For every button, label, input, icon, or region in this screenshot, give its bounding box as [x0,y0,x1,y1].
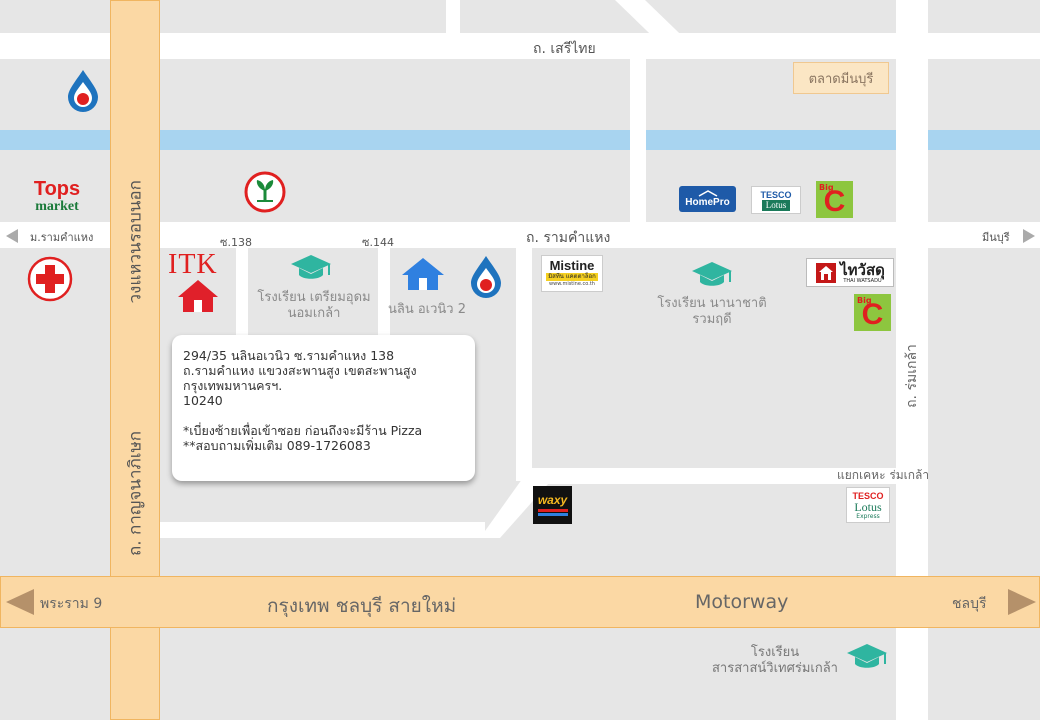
label-motorway-thai: กรุงเทพ ชลบุรี สายใหม่ [267,595,457,617]
tesco-lotus-logo[interactable]: TESCO Lotus [751,186,801,214]
label-seri-thai: ถ. เสรีไทย [533,41,596,57]
thai-watsadu-text: ไทวัสดุ [840,260,885,279]
arrow-right-icon [1023,229,1035,243]
thai-watsadu-text-group: ไทวัสดุ THAI WATSADU [840,262,885,284]
address-note1: *เบี่ยงซ้ายเพื่อเข้าซอย ก่อนถึงจะมีร้าน … [183,423,423,438]
tesco-lotus-express-logo[interactable]: TESCO Lotus Express [846,487,890,523]
tesco-express-express: Express [856,512,880,520]
arrow-left-icon [6,589,34,615]
graduation-cap-icon [291,255,331,279]
label-ramkhamhaeng-short: ม.รามคำแหง [30,231,94,244]
home-icon[interactable] [400,256,446,292]
arrow-right-icon [1008,589,1036,615]
tesco-express-lotus: Lotus [854,499,882,514]
address-line1: 294/35 นลินอเวนิว ซ.รามคำแหง 138 [183,348,395,363]
bigc-small-text: Big [857,296,872,305]
waxy-text: waxy [537,493,568,507]
ptt-gas-icon[interactable] [469,254,503,298]
house-mark-icon [816,262,837,283]
label-rom-klao: ถ. ร่มเกล้า [904,344,920,408]
mistine-sub: มิสทีน แคตตาล็อก [546,273,598,281]
homepro-text: HomePro [685,197,730,208]
junction-label: แยกเคหะ ร่มเกล้า [837,468,930,482]
graduation-cap-icon [847,644,887,668]
school-nana-name: โรงเรียน นานาชาติ รวมฤดี [648,296,776,328]
school-nana-line2: รวมฤดี [692,312,732,327]
address-note2: **สอบถามเพิ่มเติม 089-1726083 [183,438,371,453]
tops-sub: market [35,199,79,214]
address-spacer [183,408,464,423]
arrow-left-icon [6,229,18,243]
mistine-text: Mistine [549,258,595,273]
school-sarasas-name: โรงเรียน สารสาสน์วิเทศร่มเกล้า [700,645,850,677]
label-kanchanaphisek: ถ. กาญจนาภิเษก [125,430,146,557]
address-line2: ถ.รามคำแหง แขวงสะพานสูง เขตสะพานสูง [183,363,417,378]
bigc-logo[interactable]: Big C [854,294,891,331]
waxy-stripe [537,509,568,512]
market-label-box: ตลาดมีนบุรี [793,62,889,94]
label-chonburi: ชลบุรี [952,596,987,612]
thai-watsadu-logo[interactable]: ไทวัสดุ THAI WATSADU [806,258,894,287]
kbank-icon[interactable] [244,171,286,213]
bigc-small-text: Big [819,183,834,192]
ptt-gas-icon[interactable] [66,68,100,112]
tops-name: Tops [33,178,81,200]
school-sarasas-line1: โรงเรียน [750,645,800,660]
bigc-logo[interactable]: Big C [816,181,853,218]
graduation-cap-icon [692,262,732,286]
label-minburi-direction: มีนบุรี [982,231,1010,244]
nalin-label: นลิน อเวนิว 2 [388,302,467,317]
label-motorway-en: Motorway [695,591,789,613]
label-ramkhamhaeng: ถ. รามคำแหง [526,230,611,246]
lotus-text: Lotus [761,199,791,211]
mistine-logo[interactable]: Mistine มิสทีน แคตตาล็อก www.mistine.co.… [541,255,603,292]
address-postcode: 10240 [183,393,223,408]
house-roof-icon [698,190,717,197]
market-name: ตลาดมีนบุรี [808,71,874,87]
school-triam-line2: นอมเกล้า [287,306,341,321]
tesco-text: TESCO [760,189,792,200]
label-ring-road: วงแหวนรอบนอก [125,180,146,304]
mistine-url: www.mistine.co.th [549,281,595,287]
school-sarasas-line2: สารสาสน์วิเทศร่มเกล้า [712,661,838,676]
tesco-express-tesco: TESCO [852,490,884,501]
home-icon[interactable] [176,278,220,314]
motorway-intersection [111,577,159,627]
hospital-cross-icon[interactable] [27,256,73,302]
school-nana-line1: โรงเรียน นานาชาติ [657,296,767,311]
homepro-logo[interactable]: HomePro [679,186,736,212]
waxy-stripe [537,513,568,516]
waxy-logo[interactable]: waxy [533,486,572,524]
school-triam-name: โรงเรียน เตรียมอุดม นอมเกล้า [250,290,378,322]
map[interactable]: ถ. เสรีไทย ถ. รามคำแหง ม.รามคำแหง มีนบุร… [0,0,1040,720]
thai-watsadu-en: THAI WATSADU [843,277,882,284]
label-rama9: พระราม 9 [40,596,103,612]
address-line3: กรุงเทพมหานครฯ. [183,378,283,393]
tops-market-logo[interactable]: Tops market [26,178,88,218]
school-triam-line1: โรงเรียน เตรียมอุดม [257,290,371,305]
itk-label[interactable]: ITK [168,249,218,281]
label-soi-138: ซ.138 [220,236,252,249]
label-soi-144: ซ.144 [362,236,394,249]
address-card: 294/35 นลินอเวนิว ซ.รามคำแหง 138 ถ.รามคำ… [172,335,475,481]
